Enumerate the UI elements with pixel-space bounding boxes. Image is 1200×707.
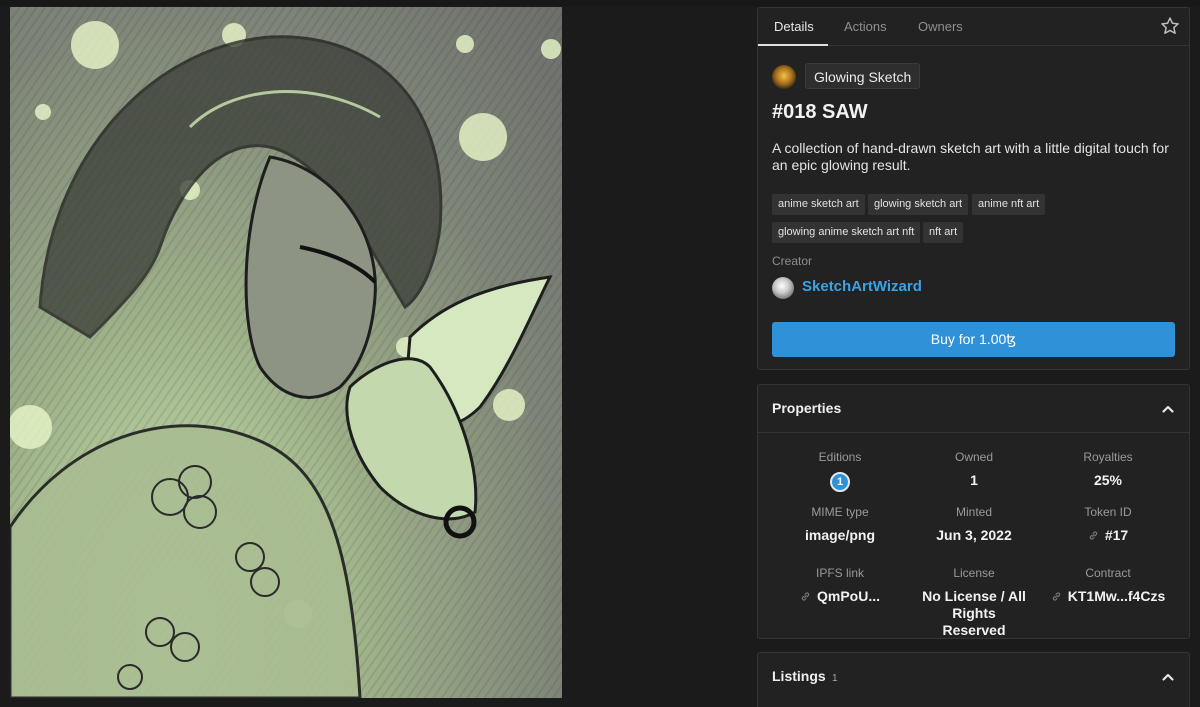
token-title: #018 SAW [772,101,868,123]
editions-badge: 1 [830,472,850,492]
tag-chip[interactable]: glowing anime sketch art nft [772,222,921,243]
prop-royalties: Royalties 25% [1036,450,1180,489]
tag-chip[interactable]: anime nft art [972,194,1046,215]
star-icon[interactable] [1160,16,1180,36]
prop-label: Minted [955,505,993,519]
prop-license: License No License / All Rights Reserved [902,566,1046,639]
sketch-illustration [10,21,561,698]
prop-label: Editions [818,450,862,464]
ipfs-link[interactable]: QmPoU... [768,588,912,605]
token-description: A collection of hand-drawn sketch art wi… [772,140,1169,173]
prop-label: Owned [954,450,994,464]
tab-bar: Details Actions Owners [758,8,1189,46]
prop-mime: MIME type image/png [768,505,912,544]
prop-minted: Minted Jun 3, 2022 [902,505,1046,544]
tab-actions[interactable]: Actions [844,8,887,46]
prop-label: Token ID [1084,505,1132,519]
tag-chip[interactable]: nft art [923,222,964,243]
tab-owners[interactable]: Owners [918,8,963,46]
contract-value: KT1Mw...f4Czs [1067,588,1166,604]
tab-details[interactable]: Details [774,8,814,46]
prop-value: No License / All Rights Reserved [922,588,1026,638]
prop-value: 1 [970,472,978,488]
collection-avatar [772,65,796,89]
listings-header[interactable]: Listings 1 [758,653,1189,701]
prop-value: image/png [804,527,875,543]
prop-editions: Editions 1 [768,450,912,492]
chevron-up-icon[interactable] [1161,402,1175,416]
artwork-image[interactable] [10,7,562,698]
token-id-link[interactable]: #17 [1036,527,1180,544]
active-tab-indicator [758,44,828,46]
listings-count: 1 [832,673,838,684]
listings-title: Listings [772,668,826,684]
collection-name[interactable]: Glowing Sketch [805,63,921,89]
prop-label: Contract [1085,566,1131,580]
tag-chip[interactable]: glowing sketch art [868,194,969,215]
properties-header[interactable]: Properties [758,385,1189,433]
creator-avatar[interactable] [772,277,794,299]
prop-token-id: Token ID #17 [1036,505,1180,544]
link-icon [801,592,810,601]
listings-panel: Listings 1 [757,652,1190,707]
token-id-value: #17 [1104,527,1129,543]
creator-link[interactable]: SketchArtWizard [802,278,922,295]
prop-value: 25% [1093,472,1123,488]
properties-title: Properties [772,400,842,416]
prop-value: Jun 3, 2022 [936,527,1012,543]
token-details-panel: Details Actions Owners Glowing Sketch #0… [757,7,1190,370]
contract-link[interactable]: KT1Mw...f4Czs [1036,588,1180,605]
prop-ipfs: IPFS link QmPoU... [768,566,912,605]
prop-label: License [953,566,995,580]
chevron-up-icon[interactable] [1161,670,1175,684]
prop-label: Royalties [1083,450,1133,464]
top-bar [0,0,1200,6]
creator-label: Creator [772,254,813,268]
prop-label: IPFS link [815,566,864,580]
tag-chip[interactable]: anime sketch art [772,194,865,215]
link-icon [1089,531,1097,540]
prop-label: MIME type [811,505,869,519]
prop-contract: Contract KT1Mw...f4Czs [1036,566,1180,605]
prop-owned: Owned 1 [902,450,1046,489]
ipfs-value: QmPoU... [816,588,880,604]
buy-button[interactable]: Buy for 1.00ꜩ [772,322,1175,357]
properties-panel: Properties Editions 1 Owned 1 Royalties … [757,384,1190,639]
link-icon [1052,592,1060,601]
